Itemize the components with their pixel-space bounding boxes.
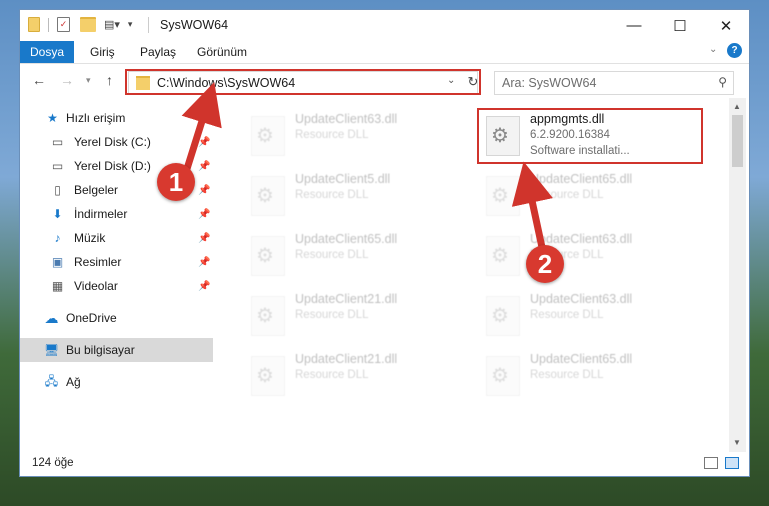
arrow-step-1 (181, 81, 222, 176)
step-badge-2: 2 (526, 245, 564, 283)
step-badge-1: 1 (157, 163, 195, 201)
annotation-arrows (181, 81, 553, 256)
arrow-step-2 (511, 161, 553, 256)
